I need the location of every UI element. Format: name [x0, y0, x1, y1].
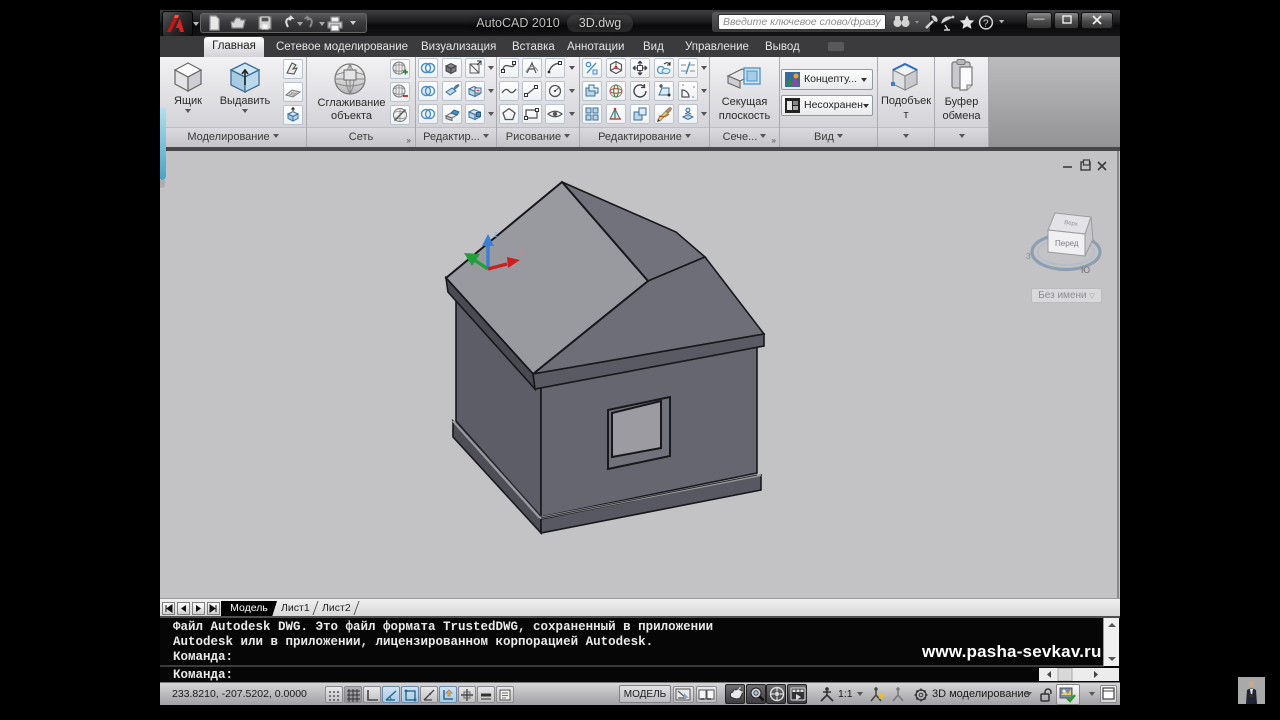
svg-text:z: z — [493, 229, 498, 240]
svg-text:x: x — [520, 247, 525, 258]
svg-text:З: З — [1026, 252, 1031, 261]
svg-text:?: ? — [983, 19, 989, 30]
svg-text:Ю: Ю — [1081, 265, 1090, 275]
svg-text:Перед: Перед — [1055, 239, 1079, 248]
